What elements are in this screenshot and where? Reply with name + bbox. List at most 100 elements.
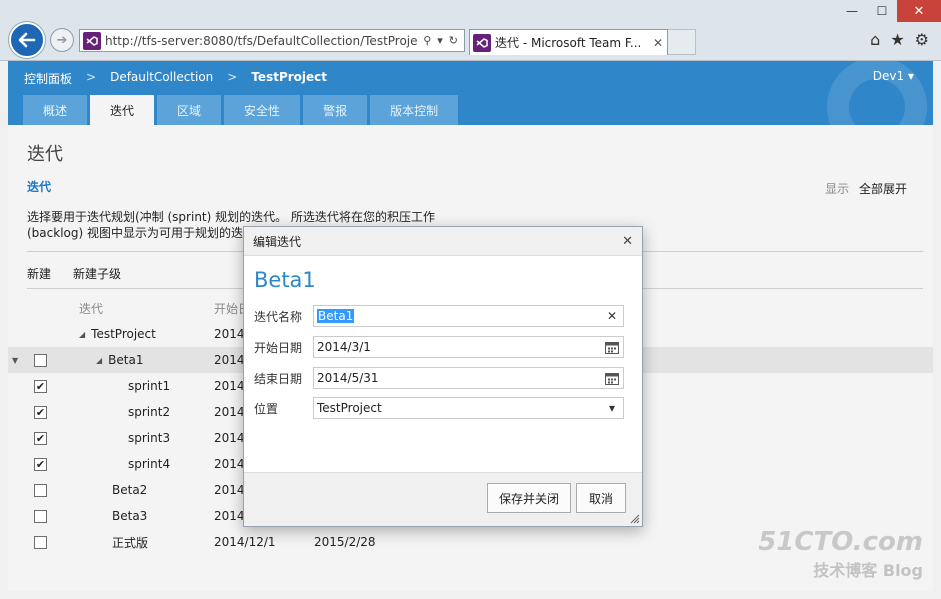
expand-all-link[interactable]: 全部展开 [859,182,907,196]
arrow-right-icon: ➔ [56,32,68,48]
display-control: 显示 全部展开 [825,180,907,197]
resize-grip-icon[interactable] [630,514,640,524]
row-checkbox[interactable] [34,509,47,523]
start-date-input[interactable]: 2014/3/1 [313,336,624,358]
row-checkbox[interactable] [34,483,47,497]
iteration-name-cell[interactable]: sprint4 [112,457,170,471]
tab-version-control[interactable]: 版本控制 [370,95,459,125]
iteration-name-text: 正式版 [112,535,149,550]
expand-toggle-icon[interactable]: ◢ [96,356,102,365]
breadcrumb-project[interactable]: TestProject [251,70,327,87]
location-value: TestProject [317,401,382,415]
field-label: 位置 [254,401,279,416]
search-icon[interactable]: ⚲ [423,34,431,47]
clear-icon[interactable]: ✕ [604,308,620,324]
calendar-icon[interactable] [604,339,620,355]
iteration-name-cell[interactable]: ◢ Beta1 [96,353,143,367]
iteration-name-input[interactable]: Beta1 ✕ [313,305,624,327]
iteration-name-cell[interactable]: sprint1 [112,379,170,393]
dialog-title: 编辑迭代 [253,234,302,249]
end-date-field: 结束日期 2014/5/31 [254,367,624,389]
section-title: 迭代 [27,180,52,194]
iteration-name-cell[interactable]: sprint2 [112,405,170,419]
home-icon[interactable]: ⌂ [870,30,880,49]
tab-iterations[interactable]: 迭代 [90,95,155,125]
display-label: 显示 [825,182,850,196]
start-date-value: 2014/3/1 [317,340,371,354]
end-date-input[interactable]: 2014/5/31 [313,367,624,389]
row-checkbox[interactable]: ✔ [34,405,47,419]
address-url[interactable]: http://tfs-server:8080/tfs/DefaultCollec… [105,34,417,48]
iteration-name-text: Beta3 [112,509,148,523]
breadcrumb-separator: > [86,70,97,84]
close-icon[interactable]: ✕ [622,234,633,249]
tab-overview[interactable]: 概述 [23,95,88,125]
dialog-footer: 保存并关闭 取消 [244,472,642,526]
description-line: 选择要用于迭代规划(冲制 (sprint) 规划的迭代。 所选迭代将在您的积压工… [27,210,435,224]
iteration-name-cell[interactable]: ◢ TestProject [79,327,156,341]
admin-tabs: 概述 迭代 区域 安全性 警报 版本控制 [23,95,459,125]
field-label: 开始日期 [254,340,303,355]
dialog-heading: Beta1 [254,268,316,292]
window-controls: — ☐ ✕ [837,0,941,22]
new-child-button[interactable]: 新建子级 [73,265,121,282]
new-tab-button[interactable] [668,29,696,55]
maximize-button[interactable]: ☐ [867,0,897,22]
tab-alerts[interactable]: 警报 [303,95,368,125]
end-date-cell: 2015/2/28 [314,535,376,549]
address-bar[interactable]: http://tfs-server:8080/tfs/DefaultCollec… [79,29,465,52]
user-menu[interactable]: Dev1 ▾ [873,69,914,83]
watermark-sub: 技术博客 Blog [813,561,923,580]
calendar-icon[interactable] [604,370,620,386]
row-checkbox[interactable]: ✔ [34,431,47,445]
new-button[interactable]: 新建 [27,265,51,282]
breadcrumb: 控制面板 > DefaultCollection > TestProject [24,70,327,87]
iteration-name-text: TestProject [91,327,156,341]
tab-close-icon[interactable]: ✕ [649,36,667,50]
forward-button[interactable]: ➔ [50,28,74,52]
row-checkbox[interactable] [34,353,47,367]
visual-studio-icon [473,33,491,52]
browser-tab-active[interactable]: 迭代 - Microsoft Team F... ✕ [469,29,668,55]
page-title: 迭代 [27,144,63,165]
start-date-cell: 2014/12/1 [214,535,276,549]
dropdown-icon[interactable]: ▾ [437,34,443,47]
chevron-down-icon[interactable]: ▾ [604,400,620,416]
refresh-icon[interactable]: ↻ [449,34,458,47]
location-select[interactable]: TestProject ▾ [313,397,624,419]
field-label: 迭代名称 [254,309,303,324]
breadcrumb-collection[interactable]: DefaultCollection [110,70,213,87]
browser-chrome: — ☐ ✕ ➔ http://tfs-server:8080/tfs/Defau… [0,0,941,61]
row-checkbox[interactable]: ✔ [34,379,47,393]
iteration-name-text: Beta2 [112,483,148,497]
grid-toolbar: 新建 新建子级 [27,265,121,282]
minimize-button[interactable]: — [837,0,867,22]
watermark-brand: 51CTO.com [758,527,923,557]
save-close-button[interactable]: 保存并关闭 [487,483,571,513]
iteration-name-text: sprint2 [128,405,171,419]
row-context-icon[interactable]: ▼ [12,356,18,365]
breadcrumb-control-panel[interactable]: 控制面板 [24,70,72,87]
tfs-header: 控制面板 > DefaultCollection > TestProject D… [8,61,933,125]
cancel-button[interactable]: 取消 [576,483,626,513]
iteration-name-cell[interactable]: Beta3 [96,509,147,523]
browser-tools: ⌂ ★ ⚙ [870,30,929,49]
row-checkbox[interactable] [34,535,47,549]
edit-iteration-dialog: 编辑迭代 ✕ Beta1 迭代名称 Beta1 ✕ 开始日期 2014/3/1 … [243,226,643,527]
expand-toggle-icon[interactable]: ◢ [79,330,85,339]
tab-security[interactable]: 安全性 [224,95,301,125]
arrow-left-icon [18,32,36,48]
iteration-name-cell[interactable]: sprint3 [112,431,170,445]
column-header-name[interactable]: 迭代 [79,300,103,317]
dialog-titlebar[interactable]: 编辑迭代 ✕ [244,227,642,256]
favorites-icon[interactable]: ★ [890,30,904,49]
gear-icon[interactable]: ⚙ [915,30,929,49]
iteration-name-text: sprint3 [128,431,171,445]
iteration-name-cell[interactable]: Beta2 [96,483,147,497]
iteration-name-cell[interactable]: 正式版 [96,534,148,551]
location-field: 位置 TestProject ▾ [254,397,624,419]
back-button[interactable] [9,22,45,58]
row-checkbox[interactable]: ✔ [34,457,47,471]
close-window-button[interactable]: ✕ [897,0,941,22]
tab-areas[interactable]: 区域 [157,95,222,125]
